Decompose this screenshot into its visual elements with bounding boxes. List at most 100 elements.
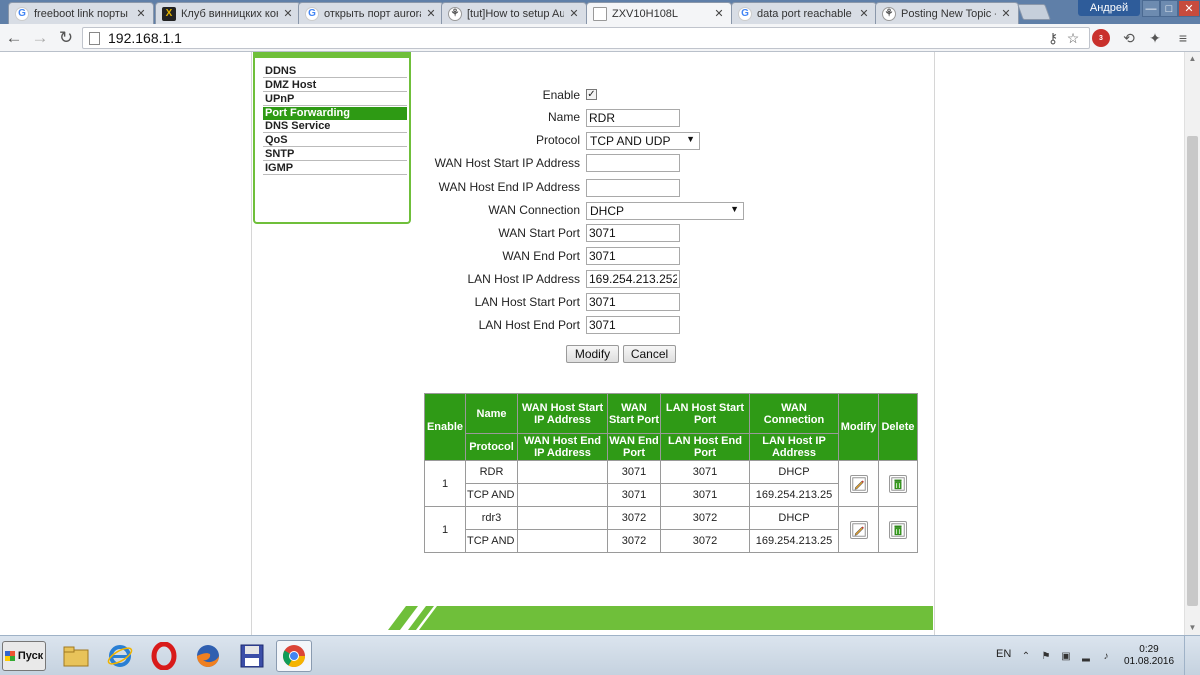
lan-ip-input[interactable]	[586, 270, 680, 288]
wan-start-port-input[interactable]	[586, 224, 680, 242]
lan-ip-label: LAN Host IP Address	[467, 272, 581, 286]
close-window-button[interactable]: ✕	[1178, 0, 1200, 17]
col-header-wan-connection: WAN Connection	[749, 393, 839, 434]
explorer-icon[interactable]	[58, 640, 94, 672]
browser-tab[interactable]: ⚘ Posting New Topic - R ✕	[875, 2, 1019, 24]
tab-title: ZXV10H108L	[612, 7, 679, 20]
volume-icon[interactable]: ♪	[1100, 650, 1112, 662]
cell-wan-connection: DHCP	[749, 506, 839, 530]
browser-tab[interactable]: ⚘ [tut]How to setup Aur ✕	[441, 2, 587, 24]
page-info-icon[interactable]	[89, 31, 100, 45]
name-input[interactable]	[586, 109, 680, 127]
close-tab-icon[interactable]: ✕	[425, 7, 437, 20]
cell-lan-end-port: 3071	[660, 483, 750, 507]
system-clock[interactable]: 0:29 01.08.2016	[1124, 644, 1174, 668]
floppy-app-icon[interactable]	[234, 640, 270, 672]
extension-puzzle-icon[interactable]: ✦	[1146, 29, 1164, 47]
adblock-icon[interactable]: 3	[1092, 29, 1110, 47]
club-icon: X	[162, 6, 176, 21]
cell-protocol: TCP AND U	[465, 483, 518, 507]
profile-name[interactable]: Андрей	[1078, 0, 1140, 16]
col-header-wan-end-port: WAN End Port	[607, 433, 661, 461]
maximize-button[interactable]: □	[1160, 0, 1178, 17]
close-tab-icon[interactable]: ✕	[282, 7, 294, 20]
cell-lan-ip: 169.254.213.25	[749, 483, 839, 507]
action-center-icon[interactable]: ⚑	[1040, 650, 1052, 662]
browser-tab[interactable]: G открыть порт aurora ✕	[298, 2, 444, 24]
edit-icon[interactable]	[849, 474, 868, 493]
close-tab-icon[interactable]: ✕	[858, 7, 870, 20]
clock-time: 0:29	[1139, 644, 1159, 655]
col-header-wan-start-ip: WAN Host Start IP Address	[517, 393, 608, 434]
browser-tab[interactable]: G freeboot link порты - ✕	[8, 2, 154, 24]
minimize-button[interactable]: —	[1142, 0, 1160, 17]
scrollbar-thumb[interactable]	[1187, 136, 1198, 606]
wan-end-ip-input[interactable]	[586, 179, 680, 197]
scroll-up-arrow-icon[interactable]: ▲	[1185, 52, 1200, 66]
enable-checkbox[interactable]: ✓	[586, 89, 597, 100]
cell-protocol: TCP AND U	[465, 529, 518, 553]
address-bar[interactable]: 192.168.1.1	[82, 27, 1090, 49]
close-tab-icon[interactable]: ✕	[135, 7, 147, 20]
close-tab-icon[interactable]: ✕	[568, 7, 580, 20]
cancel-button[interactable]: Cancel	[623, 345, 676, 363]
opera-icon[interactable]	[146, 640, 182, 672]
cell-lan-start-port: 3072	[660, 506, 750, 530]
url-text[interactable]: 192.168.1.1	[108, 30, 182, 46]
show-desktop-button[interactable]	[1184, 636, 1200, 675]
lan-start-port-label: LAN Host Start Port	[474, 295, 580, 309]
language-indicator[interactable]: EN	[996, 648, 1011, 660]
chrome-icon[interactable]	[276, 640, 312, 672]
page-border-left	[251, 52, 252, 635]
cell-delete	[878, 460, 918, 507]
back-arrow-icon[interactable]: ←	[4, 28, 24, 48]
wan-end-ip-label: WAN Host End IP Address	[438, 180, 580, 194]
wan-end-port-input[interactable]	[586, 247, 680, 265]
cell-name: RDR	[465, 460, 518, 484]
cell-enable: 1	[424, 460, 466, 507]
reload-icon[interactable]: ↻	[56, 28, 76, 48]
table-row: 1 rdr3 3072 3072 DHCP	[424, 506, 918, 553]
scroll-down-arrow-icon[interactable]: ▼	[1185, 621, 1200, 635]
new-tab-button[interactable]	[1017, 4, 1051, 20]
show-hidden-icons-icon[interactable]: ⌃	[1020, 650, 1032, 662]
cell-enable: 1	[424, 506, 466, 553]
close-tab-icon[interactable]: ✕	[713, 7, 725, 20]
cell-lan-ip: 169.254.213.25	[749, 529, 839, 553]
cell-name: rdr3	[465, 506, 518, 530]
forward-arrow-icon[interactable]: →	[30, 28, 50, 48]
cell-modify	[838, 506, 879, 553]
protocol-select[interactable]: TCP AND UDP ▼	[586, 132, 700, 150]
browser-tab[interactable]: X Клуб винницких конс ✕	[155, 2, 301, 24]
browser-tab-active[interactable]: ZXV10H108L ✕	[586, 2, 732, 24]
device-icon[interactable]: ▣	[1060, 650, 1072, 662]
bookmark-star-icon[interactable]: ☆	[1064, 29, 1082, 47]
trash-icon[interactable]	[889, 474, 907, 493]
wan-connection-select[interactable]: DHCP ▼	[586, 202, 744, 220]
col-header-modify: Modify	[838, 393, 879, 461]
trash-icon[interactable]	[889, 520, 907, 539]
col-header-name: Name	[465, 393, 518, 434]
page-border-right	[934, 52, 935, 635]
internet-explorer-icon[interactable]	[102, 640, 138, 672]
extension-sync-icon[interactable]: ⟲	[1120, 29, 1138, 47]
browser-tab[interactable]: G data port reachable fo ✕	[731, 2, 877, 24]
menu-icon[interactable]: ≡	[1174, 29, 1192, 47]
edit-icon[interactable]	[849, 520, 868, 539]
firefox-icon[interactable]	[190, 640, 226, 672]
google-icon: G	[305, 6, 319, 21]
key-icon[interactable]: ⚷	[1044, 29, 1062, 47]
network-icon[interactable]: ▂	[1080, 650, 1092, 662]
page-scrollbar[interactable]: ▲ ▼	[1184, 52, 1200, 635]
windows-taskbar: Пуск EN ⌃ ⚑ ▣ ▂ ♪ 0:29 01.08.2016	[0, 635, 1200, 675]
modify-button[interactable]: Modify	[566, 345, 619, 363]
lan-start-port-input[interactable]	[586, 293, 680, 311]
cell-wan-start-port: 3071	[607, 460, 661, 484]
wan-start-ip-input[interactable]	[586, 154, 680, 172]
close-tab-icon[interactable]: ✕	[1000, 7, 1012, 20]
start-button[interactable]: Пуск	[2, 641, 46, 671]
menu-item-ddns[interactable]: DDNS	[263, 65, 407, 78]
tab-title: [tut]How to setup Aur	[467, 7, 564, 20]
lan-end-port-input[interactable]	[586, 316, 680, 334]
dropdown-arrow-icon: ▼	[686, 134, 695, 144]
